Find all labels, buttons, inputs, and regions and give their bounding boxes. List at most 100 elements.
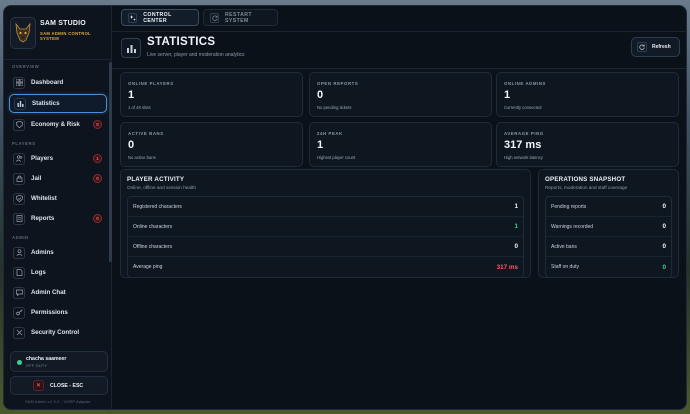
row-label: Pending reports bbox=[551, 203, 587, 210]
row-value: 0 bbox=[514, 243, 518, 250]
sidebar-item-permissions[interactable]: Permissions bbox=[9, 303, 107, 322]
stat-card-online-admins: ONLINE ADMINS 1 Currently connected bbox=[496, 72, 679, 117]
stat-label: ACTIVE BANS bbox=[128, 131, 164, 136]
list-item: Offline characters 0 bbox=[128, 237, 523, 257]
user-status: OFF DUTY bbox=[26, 364, 48, 368]
sidebar-item-jail[interactable]: Jail 0 bbox=[9, 169, 107, 188]
stat-value: 1 bbox=[128, 89, 135, 101]
sidebar-item-label: Jail bbox=[31, 175, 42, 182]
activity-list: Registered characters 1 Online character… bbox=[127, 196, 524, 278]
sidebar-item-label: Reports bbox=[31, 215, 55, 222]
sidebar-item-label: Players bbox=[31, 155, 54, 162]
stat-card-open-reports: OPEN REPORTS 0 No pending tickets bbox=[309, 72, 492, 117]
row-value: 0 bbox=[662, 243, 666, 250]
refresh-icon bbox=[637, 42, 647, 52]
sidebar-item-players[interactable]: Players 1 bbox=[9, 149, 107, 168]
user-name: chacha saameer bbox=[26, 356, 67, 362]
page-subtitle: Live server, player and moderation analy… bbox=[147, 52, 245, 58]
brand-subtitle: SAM ADMIN CONTROL SYSTEM bbox=[40, 31, 91, 41]
divider bbox=[4, 59, 112, 60]
panel-subtitle: Online, offline and session health bbox=[127, 185, 196, 190]
sparkle-icon bbox=[128, 12, 138, 23]
shield-money-icon bbox=[13, 118, 25, 131]
wolf-logo-icon bbox=[10, 17, 36, 49]
report-icon bbox=[13, 212, 25, 225]
stat-value: 1 bbox=[317, 139, 324, 151]
sidebar-item-label: Admins bbox=[31, 249, 54, 256]
close-button[interactable]: ✕ CLOSE - ESC bbox=[10, 376, 108, 395]
sidebar-item-label: Statistics bbox=[32, 100, 60, 107]
list-item: Warnings recorded 0 bbox=[546, 217, 671, 237]
stat-card-active-bans: ACTIVE BANS 0 No active bans bbox=[120, 122, 303, 167]
lock-icon bbox=[13, 172, 25, 185]
count-badge: 1 bbox=[93, 154, 102, 163]
section-label-overview: OVERVIEW bbox=[12, 64, 40, 69]
sidebar-item-admins[interactable]: Admins bbox=[9, 243, 107, 262]
user-card[interactable]: chacha saameer OFF DUTY bbox=[10, 351, 108, 372]
version-text: SAM Admin v1.0.0 - VORP Adapter bbox=[25, 400, 91, 404]
player-activity-panel: PLAYER ACTIVITY Online, offline and sess… bbox=[120, 169, 531, 278]
row-value: 0 bbox=[662, 223, 666, 230]
list-item: Active bans 0 bbox=[546, 237, 671, 257]
list-item: Average ping 317 ms bbox=[128, 257, 523, 277]
stat-caption: No active bans bbox=[128, 155, 156, 160]
sidebar-item-label: Admin Chat bbox=[31, 289, 66, 296]
sidebar-scrollbar[interactable] bbox=[109, 62, 112, 262]
sidebar-item-label: Dashboard bbox=[31, 79, 64, 86]
sidebar-item-security-control[interactable]: Security Control bbox=[9, 323, 107, 342]
stat-caption: No pending tickets bbox=[317, 105, 352, 110]
row-label: Active bans bbox=[551, 243, 577, 250]
status-dot-icon bbox=[17, 360, 22, 365]
row-label: Staff on duty bbox=[551, 264, 579, 270]
row-value: 0 bbox=[662, 203, 666, 210]
file-icon bbox=[13, 266, 25, 279]
panel-title: PLAYER ACTIVITY bbox=[127, 176, 185, 183]
sidebar-item-reports[interactable]: Reports 0 bbox=[9, 209, 107, 228]
sidebar-item-economy[interactable]: Economy & Risk 0 bbox=[9, 115, 107, 134]
control-center-button[interactable]: CONTROL CENTER bbox=[121, 9, 199, 26]
list-item: Pending reports 0 bbox=[546, 197, 671, 217]
brand: SAM STUDIO SAM ADMIN CONTROL SYSTEM bbox=[10, 17, 106, 53]
row-label: Average ping bbox=[133, 264, 163, 270]
stat-caption: Highest player count bbox=[317, 155, 356, 160]
count-badge: 0 bbox=[93, 120, 102, 129]
bar-chart-icon bbox=[14, 97, 26, 110]
restart-system-button[interactable]: RESTART SYSTEM bbox=[203, 9, 278, 26]
row-value: 1 bbox=[514, 203, 518, 210]
stat-value: 317 ms bbox=[504, 139, 542, 151]
count-badge: 0 bbox=[93, 214, 102, 223]
sidebar-item-label: Economy & Risk bbox=[31, 121, 80, 128]
topbar: CONTROL CENTER RESTART SYSTEM bbox=[112, 6, 686, 32]
stat-label: AVERAGE PING bbox=[504, 131, 544, 136]
sidebar-item-admin-chat[interactable]: Admin Chat bbox=[9, 283, 107, 302]
sidebar-item-whitelist[interactable]: Whitelist bbox=[9, 189, 107, 208]
sidebar-item-logs[interactable]: Logs bbox=[9, 263, 107, 282]
sidebar-item-label: Whitelist bbox=[31, 195, 57, 202]
row-label: Warnings recorded bbox=[551, 223, 594, 230]
stat-value: 1 bbox=[504, 89, 511, 101]
sidebar-item-label: Logs bbox=[31, 269, 46, 276]
admin-panel: SAM STUDIO SAM ADMIN CONTROL SYSTEM OVER… bbox=[3, 5, 687, 410]
statistics-header-icon bbox=[121, 38, 141, 58]
list-item: Staff on duty 0 bbox=[546, 257, 671, 277]
refresh-button[interactable]: Refresh bbox=[631, 37, 680, 57]
row-label: Online characters bbox=[133, 223, 173, 230]
key-icon bbox=[13, 306, 25, 319]
stat-value: 0 bbox=[128, 139, 135, 151]
sidebar-item-dashboard[interactable]: Dashboard bbox=[9, 73, 107, 92]
refresh-label: Refresh bbox=[652, 44, 671, 50]
close-label: CLOSE - ESC bbox=[50, 382, 84, 389]
security-icon bbox=[13, 326, 25, 339]
row-value: 1 bbox=[514, 223, 518, 230]
sidebar-item-statistics[interactable]: Statistics bbox=[9, 94, 107, 113]
section-label-players: PLAYERS bbox=[12, 141, 36, 146]
stat-card-24h-peak: 24H PEAK 1 Highest player count bbox=[309, 122, 492, 167]
row-value: 0 bbox=[662, 263, 666, 271]
stat-card-average-ping: AVERAGE PING 317 ms High network latency bbox=[496, 122, 679, 167]
chat-icon bbox=[13, 286, 25, 299]
grid-icon bbox=[13, 76, 25, 89]
stat-caption: High network latency bbox=[504, 155, 543, 160]
divider bbox=[112, 68, 686, 69]
sidebar-item-label: Permissions bbox=[31, 309, 68, 316]
row-label: Registered characters bbox=[133, 203, 182, 210]
